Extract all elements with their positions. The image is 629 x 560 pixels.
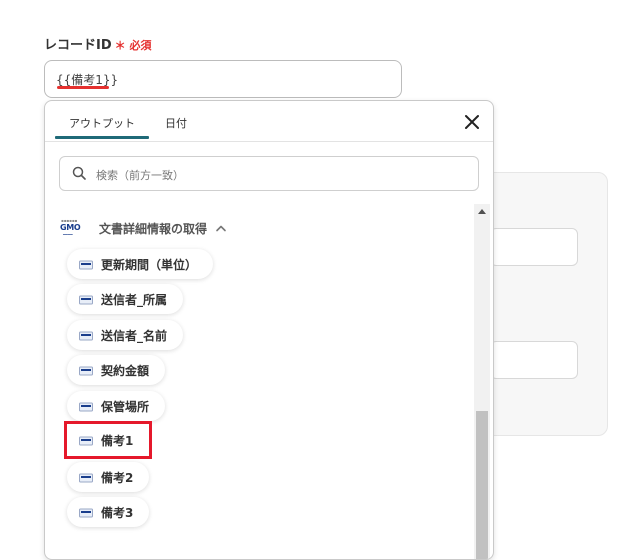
scrollbar-thumb[interactable] [476, 411, 488, 559]
gmo-icon [79, 401, 93, 412]
output-item-label: 備考2 [101, 470, 134, 485]
background-field-2[interactable] [490, 341, 578, 379]
output-item-update-period[interactable]: 更新期間（単位） [67, 249, 214, 279]
annotation-underline [57, 86, 109, 89]
output-item-remarks-3[interactable]: 備考3 [67, 497, 150, 527]
output-item-sender-name[interactable]: 送信者_名前 [67, 320, 184, 350]
output-item-sender-department[interactable]: 送信者_所属 [67, 284, 184, 314]
output-item-label: 更新期間（単位） [101, 257, 198, 272]
search-icon [72, 166, 86, 180]
active-tab-indicator [55, 136, 149, 139]
gmo-sign-logo: ▪▪▪▪▪▪ GMO ━━━━ [60, 218, 81, 237]
output-item-remarks-2[interactable]: 備考2 [67, 462, 150, 492]
field-label-record-id: レコードID ＊ 必須 [44, 34, 151, 53]
required-mark: ＊ 必須 [114, 39, 152, 52]
tab-date[interactable]: 日付 [165, 115, 187, 131]
chevron-up-icon[interactable] [215, 224, 227, 232]
output-item-remarks-1[interactable]: 備考1 [63, 421, 153, 459]
output-item-label: 契約金額 [101, 363, 150, 378]
field-label-text: レコードID [44, 38, 112, 53]
group-header[interactable]: ▪▪▪▪▪▪ GMO ━━━━ 文書詳細情報の取得 [59, 217, 227, 239]
output-item-label: 送信者_所属 [101, 292, 168, 307]
gmo-icon [79, 259, 93, 270]
record-id-input[interactable]: {{備考1}} [44, 60, 402, 98]
truncated-top-text [0, 0, 629, 8]
output-item-label: 保管場所 [101, 399, 150, 414]
output-item-storage-location[interactable]: 保管場所 [67, 391, 166, 421]
search-box [59, 156, 479, 191]
gmo-icon [79, 330, 93, 341]
close-button[interactable] [462, 112, 482, 132]
tab-output[interactable]: アウトプット [69, 115, 135, 131]
gmo-icon [79, 365, 93, 376]
gmo-icon [79, 472, 93, 483]
output-item-label: 備考1 [101, 433, 134, 448]
tab-bar: アウトプット 日付 [45, 101, 493, 142]
search-input[interactable] [94, 164, 468, 186]
gmo-icon [79, 294, 93, 305]
scroll-up-arrow[interactable] [478, 209, 486, 214]
group-title: 文書詳細情報の取得 [99, 221, 208, 236]
background-field-1[interactable] [490, 228, 578, 266]
output-dropdown: アウトプット 日付 ▪▪▪▪▪▪ GMO ━━━━ 文書詳細情報の取得 更新期間… [44, 100, 494, 560]
gmo-icon [79, 435, 93, 446]
output-item-label: 送信者_名前 [101, 328, 168, 343]
close-icon [465, 115, 479, 129]
gmo-icon [79, 507, 93, 518]
output-item-contract-amount[interactable]: 契約金額 [67, 355, 166, 385]
output-item-label: 備考3 [101, 505, 134, 520]
